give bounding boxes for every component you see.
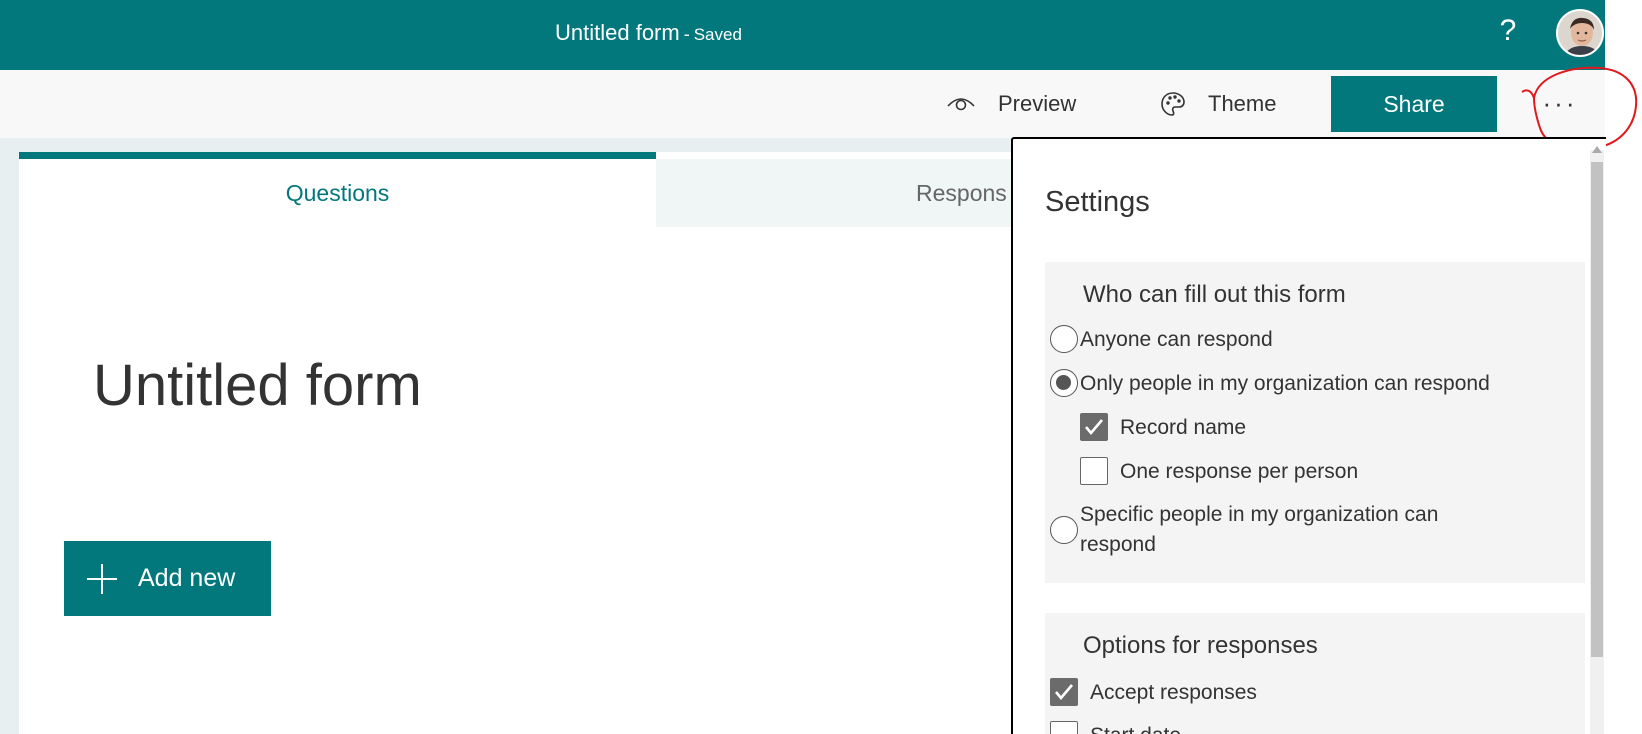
help-button[interactable]: ? — [1496, 14, 1520, 48]
accept-responses-checkbox[interactable] — [1050, 678, 1078, 706]
plus-icon — [87, 563, 117, 594]
add-new-label: Add new — [138, 564, 236, 592]
specific-people-radio[interactable] — [1050, 516, 1078, 544]
command-bar: Preview Theme Share ··· — [0, 70, 1605, 138]
tab-questions[interactable]: Questions — [19, 152, 656, 227]
checkmark-icon — [1085, 419, 1103, 436]
settings-panel: Settings Who can fill out this form Anyo… — [1011, 137, 1606, 734]
who-can-fill-heading: Who can fill out this form — [1083, 281, 1346, 308]
org-only-option[interactable]: Only people in my organization can respo… — [1050, 369, 1490, 399]
one-response-option[interactable]: One response per person — [1080, 457, 1358, 487]
checkmark-icon — [1055, 684, 1073, 701]
add-new-button[interactable]: Add new — [64, 541, 271, 616]
options-for-responses-section: Options for responses Accept responses S… — [1045, 613, 1585, 734]
org-only-radio[interactable] — [1050, 369, 1078, 397]
anyone-radio[interactable] — [1050, 325, 1078, 353]
avatar[interactable] — [1556, 9, 1604, 57]
record-name-option[interactable]: Record name — [1080, 413, 1246, 443]
theme-label: Theme — [1208, 91, 1277, 116]
accept-responses-option[interactable]: Accept responses — [1050, 678, 1257, 708]
start-date-label: Start date — [1090, 721, 1181, 734]
share-button[interactable]: Share — [1331, 76, 1497, 132]
scroll-up-arrow-icon[interactable] — [1592, 146, 1602, 153]
specific-people-option[interactable]: Specific people in my organization can r… — [1050, 500, 1450, 560]
one-response-label: One response per person — [1120, 460, 1359, 483]
start-date-option[interactable]: Start date — [1050, 721, 1181, 734]
form-title-header: Untitled form - Saved — [555, 20, 742, 46]
anyone-label: Anyone can respond — [1080, 328, 1273, 351]
preview-button[interactable]: Preview — [946, 87, 1076, 121]
specific-people-label: Specific people in my organization can r… — [1080, 503, 1439, 556]
one-response-checkbox[interactable] — [1080, 457, 1108, 485]
avatar-portrait-icon — [1558, 11, 1602, 55]
who-can-fill-section: Who can fill out this form Anyone can re… — [1045, 262, 1585, 583]
form-title[interactable]: Untitled form — [93, 352, 422, 419]
options-for-responses-heading: Options for responses — [1083, 632, 1318, 659]
record-name-label: Record name — [1120, 416, 1247, 439]
palette-icon — [1161, 92, 1185, 116]
preview-label: Preview — [998, 91, 1077, 116]
anyone-can-respond-option[interactable]: Anyone can respond — [1050, 325, 1273, 355]
header-separator: - — [683, 24, 690, 44]
header-title-text: Untitled form — [555, 20, 680, 45]
eye-icon — [947, 98, 975, 111]
accept-responses-label: Accept responses — [1090, 681, 1257, 704]
theme-button[interactable]: Theme — [1160, 87, 1276, 121]
settings-title: Settings — [1045, 186, 1150, 218]
save-status: Saved — [693, 25, 742, 44]
app-header: Untitled form - Saved ? — [0, 0, 1605, 70]
settings-scrollbar-thumb[interactable] — [1591, 162, 1603, 657]
start-date-checkbox[interactable] — [1050, 721, 1078, 734]
record-name-checkbox[interactable] — [1080, 413, 1108, 441]
org-only-label: Only people in my organization can respo… — [1080, 372, 1490, 395]
